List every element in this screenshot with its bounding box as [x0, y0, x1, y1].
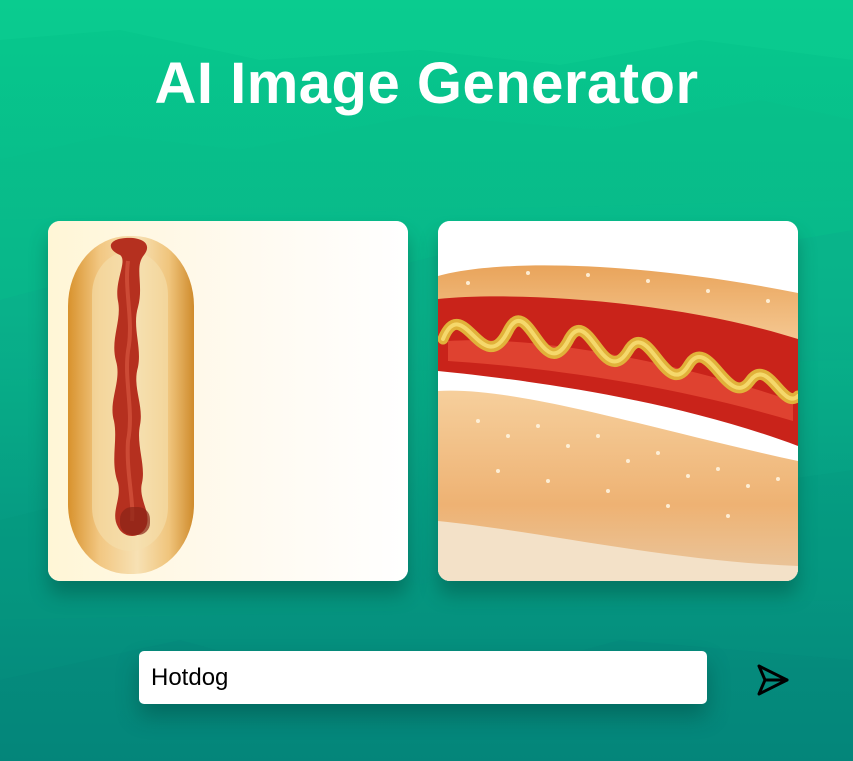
generated-image-2[interactable] [438, 221, 798, 581]
send-button[interactable] [754, 661, 792, 699]
prompt-area [139, 651, 707, 704]
hotdog-ketchup-image [48, 221, 408, 581]
prompt-input[interactable] [139, 651, 707, 704]
page-title: AI Image Generator [154, 50, 699, 116]
generated-image-1[interactable] [48, 221, 408, 581]
paper-plane-icon [757, 664, 789, 696]
hotdog-mustard-image [438, 221, 798, 581]
image-gallery [36, 215, 811, 598]
